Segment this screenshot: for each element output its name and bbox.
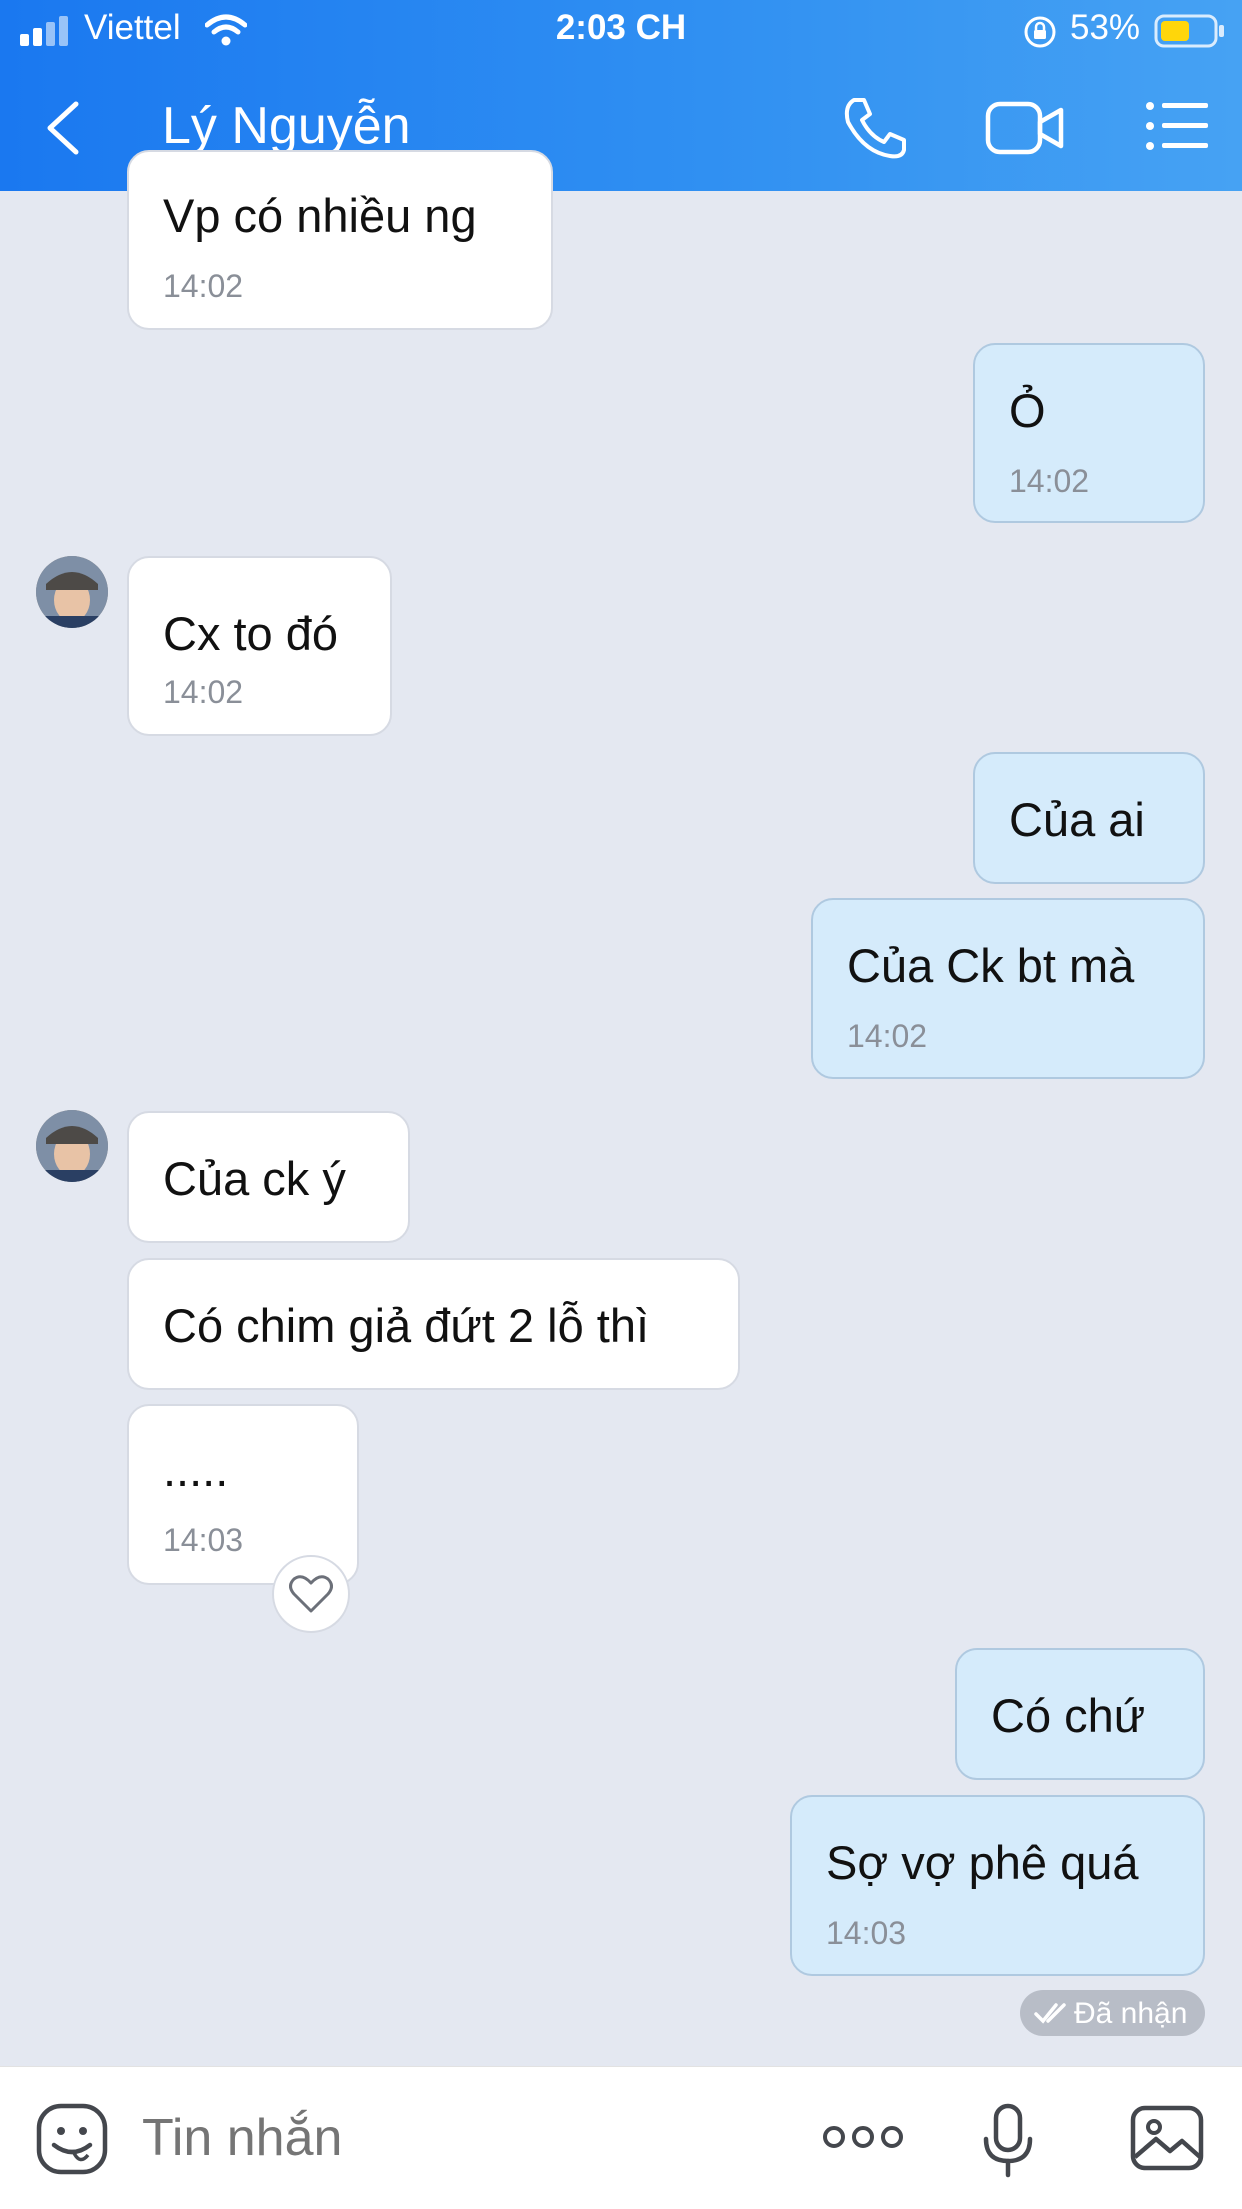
message-bubble-incoming[interactable]: Của ck ý [127,1111,410,1243]
message-time: 14:03 [826,1915,907,1951]
microphone-icon[interactable] [980,2103,1036,2179]
message-text: Có chứ [991,1689,1146,1742]
message-text: Ỏ [1009,384,1046,437]
avatar[interactable] [36,1110,108,1182]
battery-icon [1154,14,1224,48]
battery-percent: 53% [1070,8,1141,47]
message-time: 14:02 [1009,463,1090,499]
message-text: Của Ck bt mà [847,939,1135,992]
emoji-icon[interactable] [36,2103,108,2175]
message-bubble-outgoing[interactable]: Sợ vợ phê quá 14:03 [790,1795,1205,1976]
react-heart-button[interactable] [272,1555,350,1633]
delivery-status-badge: Đã nhận [1020,1990,1205,2036]
menu-list-icon[interactable] [1145,100,1209,152]
back-icon[interactable] [40,98,90,158]
avatar-image [36,1110,108,1182]
message-time: 14:03 [163,1522,244,1558]
message-input[interactable] [140,2097,704,2179]
video-camera-icon[interactable] [985,100,1065,156]
more-dots-icon[interactable] [822,2123,904,2151]
message-time: 14:02 [847,1018,928,1054]
message-composer [0,2066,1242,2209]
status-bar: Viettel 2:03 CH 53% [0,0,1242,64]
message-bubble-outgoing[interactable]: Có chứ [955,1648,1205,1780]
double-check-icon [1034,2003,1066,2024]
message-text: Sợ vợ phê quá [826,1836,1139,1889]
avatar-image [36,556,108,628]
message-text: Có chim giả đứt 2 lỗ thì [163,1299,650,1352]
message-time: 14:02 [163,674,244,710]
image-icon[interactable] [1130,2105,1204,2171]
phone-icon[interactable] [840,96,908,160]
message-text: Vp có nhiều ng [163,189,477,242]
delivery-status-text: Đã nhận [1074,1997,1188,2030]
rotation-lock-icon [1024,16,1056,48]
message-time: 14:02 [163,268,244,304]
avatar[interactable] [36,556,108,628]
message-text: Của ck ý [163,1152,346,1205]
message-text: ..... [163,1443,229,1496]
message-bubble-outgoing[interactable]: Của ai [973,752,1205,884]
bubble-cover [127,150,553,190]
message-bubble-incoming[interactable]: Cx to đó 14:02 [127,556,392,736]
conversation-title[interactable]: Lý Nguyễn [162,96,411,156]
message-text: Cx to đó [163,607,339,660]
message-bubble-outgoing[interactable]: Ỏ 14:02 [973,343,1205,523]
message-text: Của ai [1009,793,1145,846]
message-bubble-outgoing[interactable]: Của Ck bt mà 14:02 [811,898,1205,1079]
message-bubble-incoming[interactable]: Có chim giả đứt 2 lỗ thì [127,1258,740,1390]
heart-icon [289,1575,333,1613]
